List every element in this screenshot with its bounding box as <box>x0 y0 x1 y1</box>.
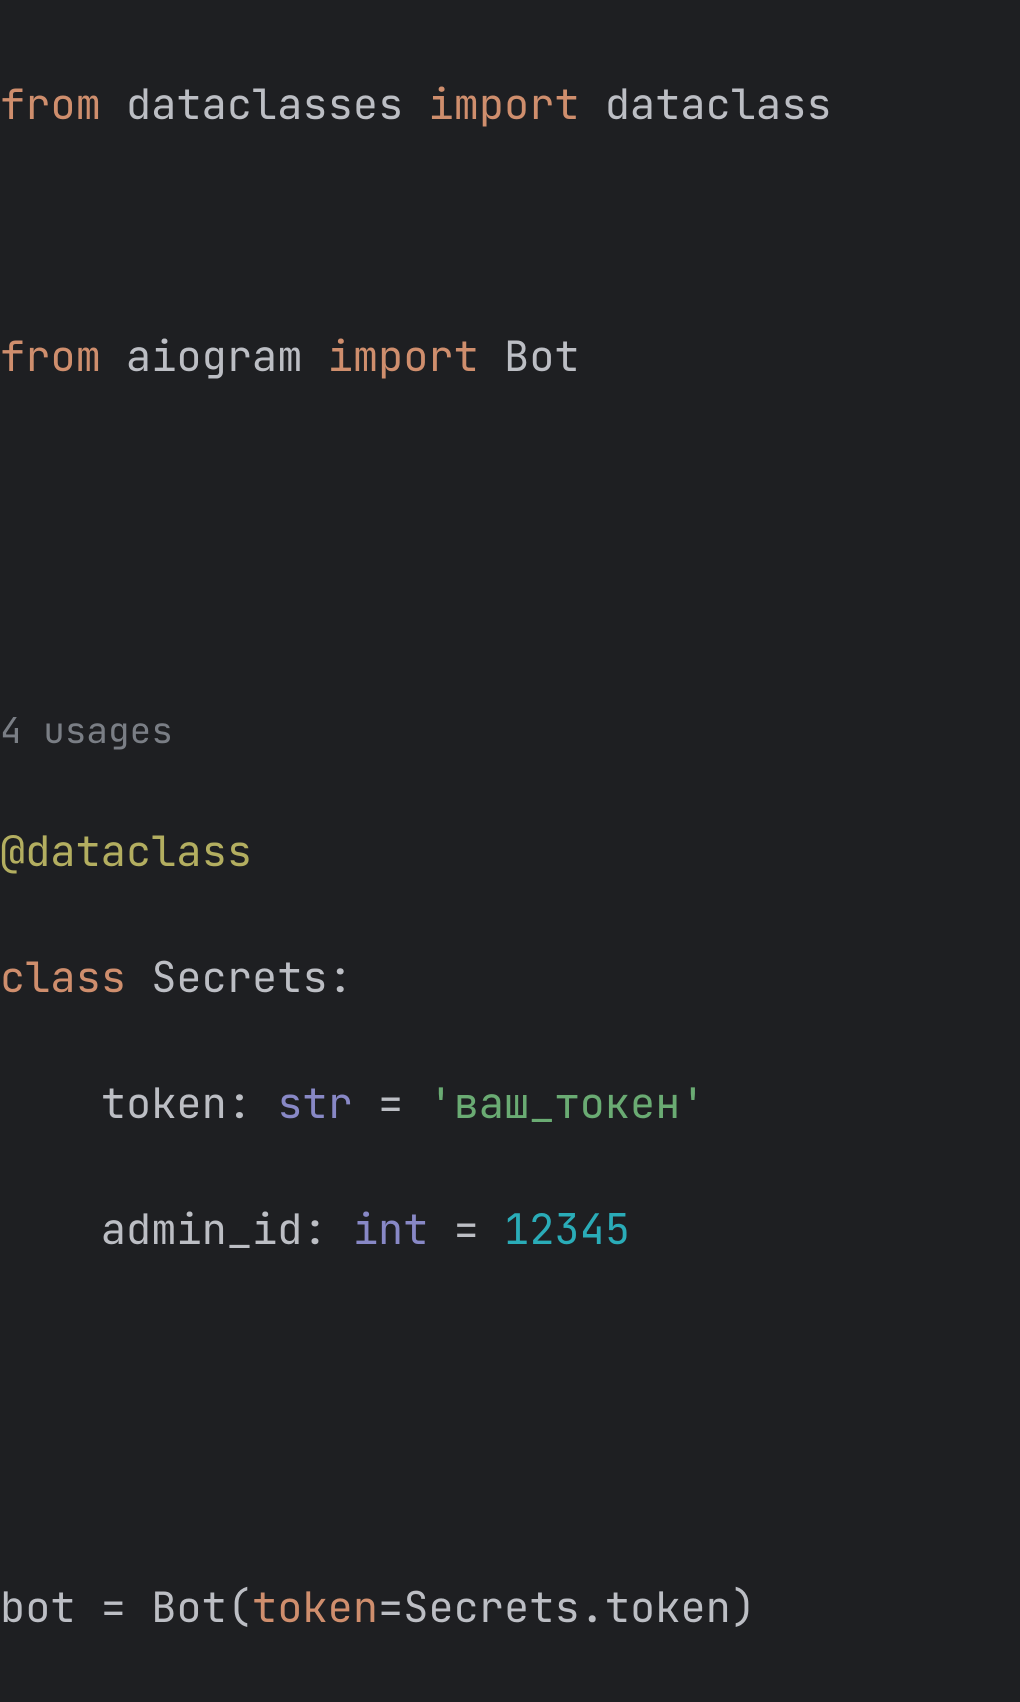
code-line: bot = Bot(token=Secrets.token) <box>0 1576 1020 1639</box>
colon: : <box>227 1075 277 1131</box>
code-editor[interactable]: from dataclasses import dataclass from a… <box>0 10 1020 1702</box>
colon: : <box>328 949 353 1005</box>
code-line: admin_id: int = 12345 <box>0 1198 1020 1261</box>
indent <box>0 1201 101 1257</box>
kwarg-value: Secrets.token <box>403 1579 731 1635</box>
equals: = <box>428 1201 504 1257</box>
variable-name: bot <box>0 1579 76 1635</box>
indent <box>0 1075 101 1131</box>
empty-line <box>0 1324 1020 1387</box>
code-line: @dataclass <box>0 820 1020 883</box>
type-hint: str <box>277 1075 353 1131</box>
keyword-class: class <box>0 949 126 1005</box>
paren-close: ) <box>731 1579 756 1635</box>
code-line: from dataclasses import dataclass <box>0 73 1020 136</box>
equals: = <box>353 1075 429 1131</box>
keyword-import: import <box>428 76 579 132</box>
field-name: admin_id <box>101 1201 303 1257</box>
imported-name: dataclass <box>605 76 832 132</box>
keyword-from: from <box>0 76 101 132</box>
paren-open: ( <box>227 1579 252 1635</box>
field-name: token <box>101 1075 227 1131</box>
colon: : <box>302 1201 352 1257</box>
class-name: Secrets <box>151 949 327 1005</box>
code-line: from aiogram import Bot <box>0 325 1020 388</box>
code-line: token: str = 'ваш_токен' <box>0 1072 1020 1135</box>
string-literal: 'ваш_токен' <box>428 1075 705 1131</box>
class-call: Bot <box>151 1579 227 1635</box>
empty-line <box>0 1450 1020 1513</box>
module-name: aiogram <box>126 328 302 384</box>
keyword-from: from <box>0 328 101 384</box>
number-literal: 12345 <box>504 1201 630 1257</box>
module-name: dataclasses <box>126 76 403 132</box>
empty-line <box>0 199 1020 262</box>
usages-hint[interactable]: 4 usages <box>0 703 1020 757</box>
empty-line <box>0 451 1020 514</box>
empty-line <box>0 577 1020 640</box>
kwarg-name: token <box>252 1579 378 1635</box>
code-line: class Secrets: <box>0 946 1020 1009</box>
imported-name: Bot <box>504 328 580 384</box>
decorator: @dataclass <box>0 823 252 879</box>
equals: = <box>76 1579 152 1635</box>
type-hint: int <box>353 1201 429 1257</box>
keyword-import: import <box>328 328 479 384</box>
equals: = <box>378 1579 403 1635</box>
